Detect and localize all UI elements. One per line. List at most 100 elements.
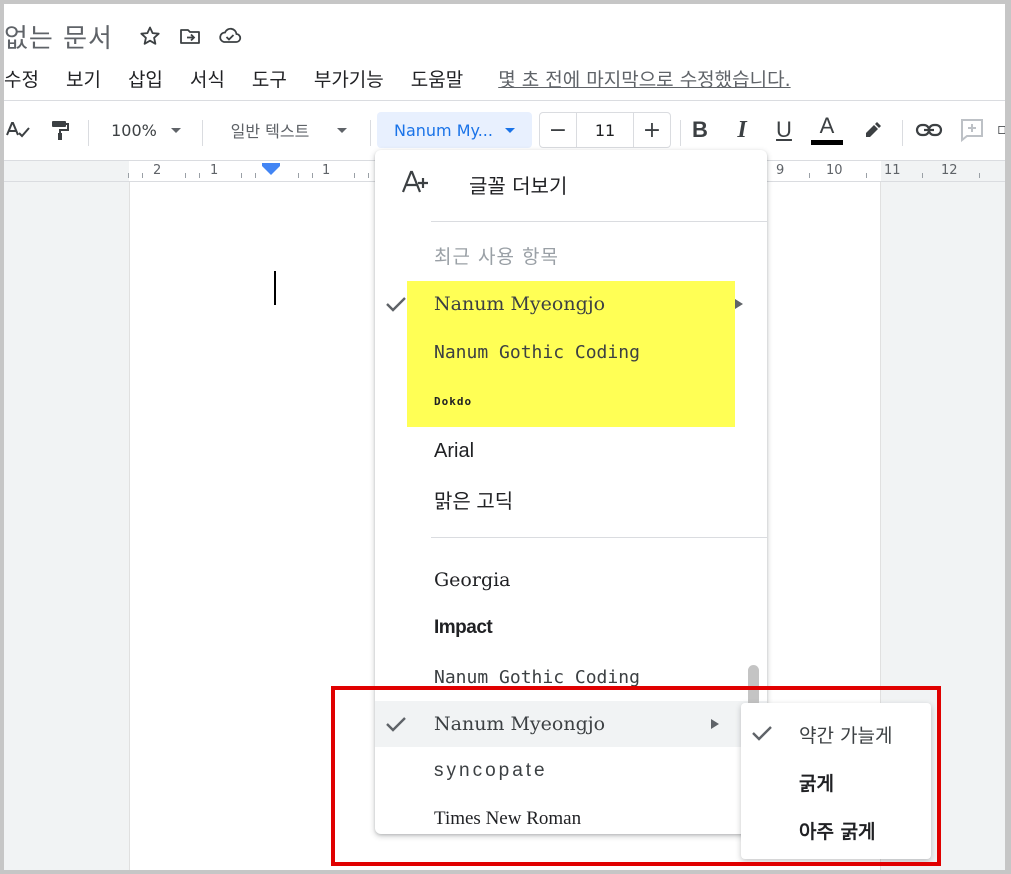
font-name: Times New Roman	[434, 808, 582, 829]
more-fonts-item[interactable]: 글꼴 더보기	[375, 160, 767, 208]
ruler-tick	[128, 173, 129, 178]
font-name: 맑은 고딕	[434, 490, 514, 513]
paragraph-style-value: 일반 텍스트	[230, 122, 310, 141]
recent-fonts-header: 최근 사용 항목	[434, 246, 559, 268]
recent-font-nanum-myeongjo[interactable]: Nanum Myeongjo	[375, 281, 767, 327]
ruler-tick	[298, 173, 299, 178]
font-item-impact[interactable]: Impact	[375, 605, 767, 651]
weight-label: 굵게	[799, 772, 834, 795]
ruler-tick	[866, 173, 867, 178]
chevron-down-icon	[337, 127, 348, 133]
ruler-tick	[354, 173, 355, 178]
ruler-tick	[979, 173, 980, 178]
ruler-tick	[241, 173, 242, 178]
ruler-tick	[809, 173, 810, 178]
menu-format[interactable]: 서식	[190, 65, 225, 92]
ruler-tick	[368, 173, 369, 178]
cloud-saved-icon[interactable]	[215, 21, 245, 51]
font-item-arial[interactable]: Arial	[375, 428, 767, 474]
menu-view[interactable]: 보기	[66, 65, 101, 92]
font-name: Dokdo	[434, 394, 473, 408]
font-item-nanum-myeongjo[interactable]: Nanum Myeongjo	[375, 701, 767, 747]
menu-tools[interactable]: 도구	[252, 65, 287, 92]
document-title[interactable]: 없는 문서	[4, 18, 113, 55]
add-comment-icon[interactable]	[956, 112, 988, 148]
font-name: Nanum Gothic Coding	[434, 341, 640, 363]
menu-insert[interactable]: 삽입	[128, 65, 163, 92]
ruler-tick	[922, 173, 923, 178]
menu-help[interactable]: 도움말	[411, 65, 463, 92]
star-icon[interactable]	[135, 21, 165, 51]
italic-button[interactable]: I	[727, 112, 757, 148]
chevron-down-icon	[504, 127, 515, 133]
check-icon	[385, 295, 407, 317]
text-color-swatch	[811, 140, 843, 145]
paragraph-style-select[interactable]: 일반 텍스트	[214, 112, 364, 148]
check-icon	[751, 724, 773, 746]
ruler-tick	[199, 173, 200, 178]
font-dropdown-menu: 글꼴 더보기 최근 사용 항목 Nanum Myeongjo Nanum Got…	[375, 150, 767, 834]
ruler-tick	[185, 173, 186, 178]
ruler-label: 2	[153, 163, 162, 178]
font-name: Nanum Gothic Coding	[434, 666, 640, 688]
highlight-color-icon[interactable]	[856, 112, 888, 148]
font-item-nanum-gothic-coding[interactable]: Nanum Gothic Coding	[375, 654, 767, 700]
spellcheck-icon[interactable]	[4, 112, 34, 148]
toolbar-divider	[4, 100, 1005, 101]
text-color-glyph: A	[819, 113, 835, 138]
move-to-folder-icon[interactable]	[175, 21, 205, 51]
font-item-georgia[interactable]: Georgia	[375, 557, 767, 603]
insert-image-icon[interactable]	[998, 112, 1006, 148]
font-name: Arial	[434, 439, 475, 462]
recent-font-nanum-gothic-coding[interactable]: Nanum Gothic Coding	[375, 329, 767, 375]
text-color-button[interactable]: A	[811, 112, 843, 148]
font-weight-submenu: 약간 가늘게 굵게 아주 굵게	[741, 703, 931, 859]
font-item-syncopate[interactable]: Syncopate	[375, 748, 767, 794]
ruler-label: 1	[210, 163, 219, 178]
ruler-label: 11	[884, 163, 901, 178]
font-name: Nanum Myeongjo	[434, 293, 606, 315]
toolbar-separator	[88, 120, 89, 146]
font-item-malgun-gothic[interactable]: 맑은 고딕	[375, 476, 767, 522]
more-fonts-label: 글꼴 더보기	[469, 173, 568, 198]
toolbar: 100% 일반 텍스트 Nanum My... − 11 + B I U A	[4, 106, 1006, 156]
ruler-label: 10	[826, 163, 843, 178]
zoom-select[interactable]: 100%	[100, 112, 192, 148]
weight-bold[interactable]: 굵게	[741, 759, 931, 805]
font-name: Nanum Myeongjo	[434, 713, 606, 735]
toolbar-separator	[370, 120, 371, 146]
insert-link-icon[interactable]	[912, 112, 946, 148]
ruler-tick	[312, 173, 313, 178]
check-icon	[385, 715, 407, 737]
ruler-tick	[142, 173, 143, 178]
menu-bar: 수정 보기 삽입 서식 도구 부가기능 도움말 몇 초 전에 마지막으로 수정했…	[4, 62, 791, 94]
menu-edit[interactable]: 수정	[4, 65, 39, 92]
decrease-font-size-button[interactable]: −	[540, 113, 576, 147]
ruler-tick	[255, 173, 256, 178]
font-size-input[interactable]: 11	[576, 113, 634, 147]
font-item-times-new-roman[interactable]: Times New Roman	[375, 796, 767, 834]
submenu-arrow-icon	[711, 719, 719, 729]
weight-label: 아주 굵게	[799, 820, 876, 843]
menu-addons[interactable]: 부가기능	[314, 65, 384, 92]
last-edit-link[interactable]: 몇 초 전에 마지막으로 수정했습니다.	[498, 65, 790, 92]
underline-button[interactable]: U	[769, 112, 799, 148]
font-name: Impact	[434, 617, 493, 638]
text-cursor	[274, 271, 276, 305]
recent-font-dokdo[interactable]: Dokdo	[375, 378, 767, 424]
paint-format-icon[interactable]	[44, 112, 76, 148]
submenu-arrow-icon	[735, 299, 743, 309]
weight-extra-bold[interactable]: 아주 굵게	[741, 807, 931, 853]
font-name: Syncopate	[434, 760, 548, 781]
menu-divider	[431, 537, 767, 538]
bold-button[interactable]: B	[685, 112, 715, 148]
toolbar-separator	[202, 120, 203, 146]
increase-font-size-button[interactable]: +	[634, 113, 670, 147]
toolbar-separator	[680, 120, 681, 146]
weight-light[interactable]: 약간 가늘게	[741, 711, 931, 757]
menu-divider	[431, 221, 767, 222]
font-select[interactable]: Nanum My...	[377, 112, 532, 148]
zoom-value: 100%	[111, 120, 157, 140]
left-indent-marker[interactable]	[262, 166, 280, 175]
ruler-label: 12	[941, 163, 958, 178]
